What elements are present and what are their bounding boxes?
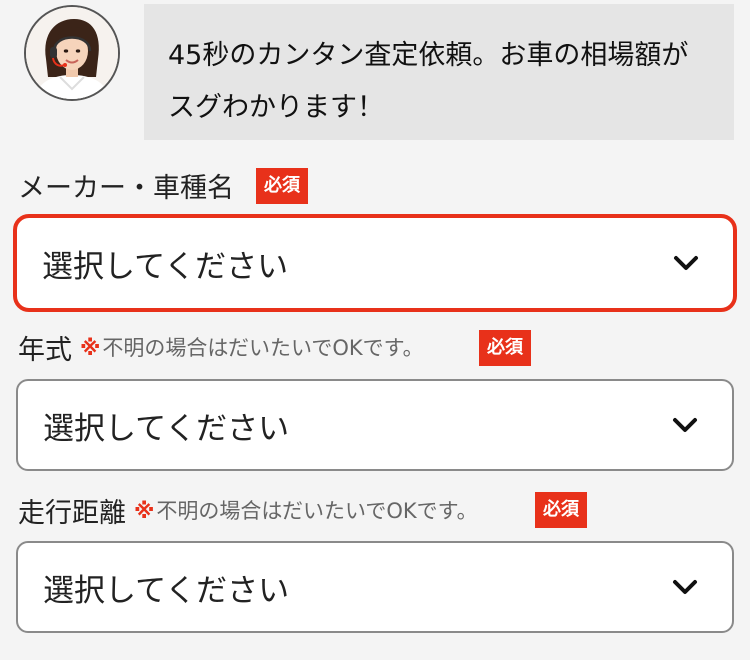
year-required-badge: 必須 (479, 330, 531, 366)
mileage-field-label: 走行距離 ※不明の場合はだいたいでOKです。 (18, 490, 478, 530)
year-select[interactable]: 選択してください (16, 379, 734, 471)
year-field-label: 年式 ※不明の場合はだいたいでOKです。 (18, 327, 424, 367)
year-note-mark: ※ (80, 336, 101, 360)
year-select-value: 選択してください (43, 410, 290, 447)
chevron-down-icon (674, 256, 698, 270)
maker-select[interactable]: 選択してください (13, 214, 737, 312)
maker-required-badge: 必須 (256, 168, 308, 204)
mileage-note-text: 不明の場合はだいたいでOKです。 (156, 499, 478, 523)
mileage-label-text: 走行距離 (18, 497, 126, 529)
mileage-select[interactable]: 選択してください (16, 541, 734, 633)
chevron-down-icon (673, 580, 697, 594)
mileage-select-value: 選択してください (43, 572, 290, 609)
intro-message-line-1: 45秒のカンタン査定依頼。お車の相場額が (168, 40, 689, 71)
intro-message-bubble: 45秒のカンタン査定依頼。お車の相場額が スグわかります！ (144, 4, 734, 140)
maker-field-label: メーカー・車種名 (18, 165, 234, 205)
chevron-down-icon (673, 418, 697, 432)
mileage-note-mark: ※ (134, 499, 155, 523)
mileage-note: ※不明の場合はだいたいでOKです。 (134, 495, 478, 525)
maker-label-text: メーカー・車種名 (18, 172, 234, 204)
mileage-required-badge: 必須 (535, 492, 587, 528)
year-label-text: 年式 (18, 334, 72, 366)
maker-select-value: 選択してください (42, 248, 289, 285)
intro-message-line-2: スグわかります！ (168, 92, 384, 123)
year-note-text: 不明の場合はだいたいでOKです。 (102, 336, 424, 360)
operator-avatar (24, 5, 120, 101)
year-note: ※不明の場合はだいたいでOKです。 (80, 332, 424, 362)
operator-avatar-icon (26, 7, 118, 99)
